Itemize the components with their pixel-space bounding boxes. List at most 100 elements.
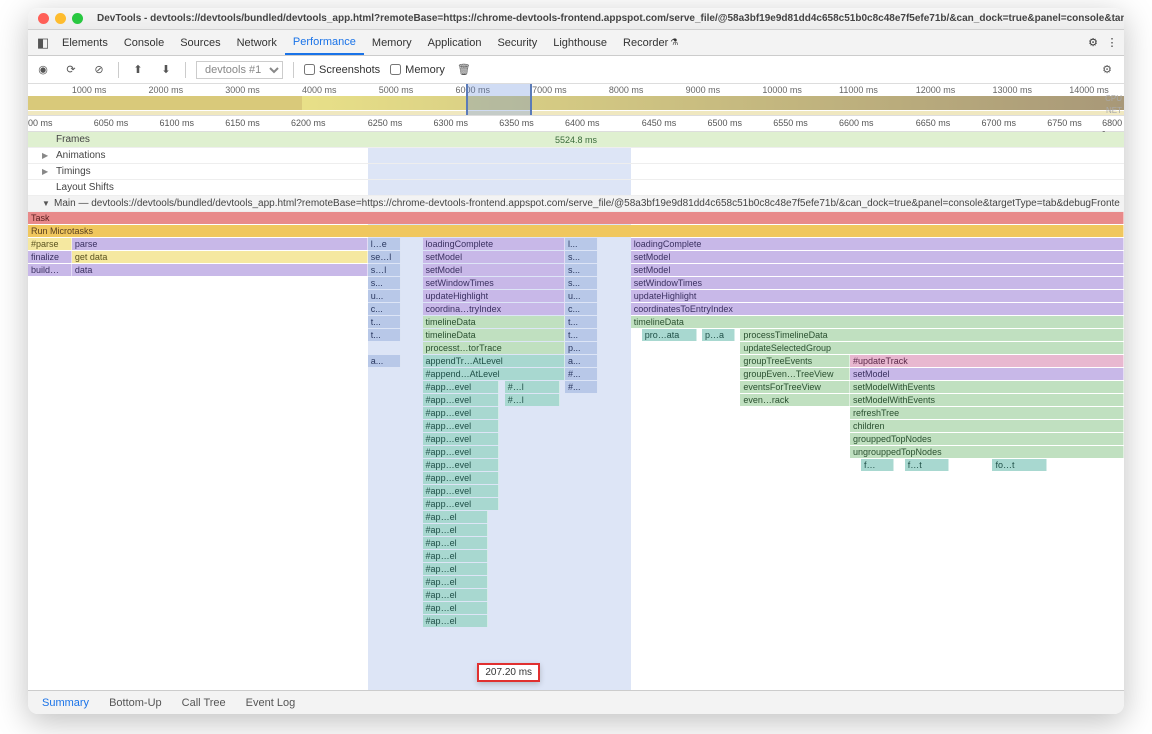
- flame-bar[interactable]: eventsForTreeView: [740, 381, 850, 393]
- flame-bar[interactable]: #...: [565, 381, 598, 393]
- flame-bar[interactable]: loadingComplete: [423, 238, 565, 250]
- flame-bar[interactable]: setModel: [631, 251, 1124, 263]
- flame-bar[interactable]: #app…evel: [423, 472, 500, 484]
- flame-bar[interactable]: se…l: [368, 251, 401, 263]
- flame-bar[interactable]: processTimelineData: [740, 329, 1124, 341]
- flame-bar[interactable]: s...: [565, 251, 598, 263]
- close-icon[interactable]: [38, 13, 49, 24]
- flame-bar[interactable]: #app…evel: [423, 485, 500, 497]
- flame-bar[interactable]: fo…t: [992, 459, 1047, 471]
- expand-icon[interactable]: ▶: [42, 151, 48, 160]
- flame-bar[interactable]: #...: [565, 368, 598, 380]
- tab-recorder[interactable]: Recorder ⚗: [615, 30, 686, 55]
- flame-bar[interactable]: setWindowTimes: [631, 277, 1124, 289]
- flame-bar[interactable]: #app…evel: [423, 459, 500, 471]
- flame-bar[interactable]: #ap…el: [423, 563, 489, 575]
- track-frames[interactable]: Frames 5524.8 ms: [28, 132, 1124, 148]
- memory-checkbox[interactable]: Memory: [390, 64, 445, 76]
- flame-bar[interactable]: updateHighlight: [423, 290, 565, 302]
- flame-bar[interactable]: processt…torTrace: [423, 342, 565, 354]
- flame-bar[interactable]: s…l: [368, 264, 401, 276]
- flame-bar[interactable]: t...: [565, 316, 598, 328]
- track-main[interactable]: ▼Main — devtools://devtools/bundled/devt…: [28, 196, 1124, 212]
- flame-bar[interactable]: refreshTree: [850, 407, 1124, 419]
- flame-bar[interactable]: data: [72, 264, 368, 276]
- screenshots-checkbox[interactable]: Screenshots: [304, 64, 380, 76]
- flame-bar[interactable]: setModelWithEvents: [850, 394, 1124, 406]
- overview-timeline[interactable]: 1000 ms 2000 ms 3000 ms 4000 ms 5000 ms …: [28, 84, 1124, 116]
- download-button[interactable]: ⬇: [157, 61, 175, 79]
- flame-bar[interactable]: updateHighlight: [631, 290, 1124, 302]
- tab-lighthouse[interactable]: Lighthouse: [545, 30, 615, 55]
- flame-bar[interactable]: ungrouppedTopNodes: [850, 446, 1124, 458]
- flame-bar[interactable]: setModel: [423, 264, 565, 276]
- flame-bar[interactable]: even…rack: [740, 394, 850, 406]
- tab-console[interactable]: Console: [116, 30, 172, 55]
- flame-bar[interactable]: appendTr…AtLevel: [423, 355, 565, 367]
- flame-bar[interactable]: #ap…el: [423, 511, 489, 523]
- flame-bar[interactable]: timelineData: [423, 329, 565, 341]
- flame-bar[interactable]: c...: [368, 303, 401, 315]
- flame-bar[interactable]: t...: [368, 316, 401, 328]
- flame-bar[interactable]: s...: [565, 264, 598, 276]
- flame-bar[interactable]: #app…evel: [423, 433, 500, 445]
- tab-application[interactable]: Application: [420, 30, 490, 55]
- flame-bar[interactable]: coordina…tryIndex: [423, 303, 565, 315]
- track-layout-shifts[interactable]: Layout Shifts: [28, 180, 1124, 196]
- flame-bar[interactable]: #app…evel: [423, 407, 500, 419]
- flame-bar[interactable]: u...: [368, 290, 401, 302]
- flame-bar[interactable]: setModelWithEvents: [850, 381, 1124, 393]
- flame-bar[interactable]: groupEven…TreeView: [740, 368, 850, 380]
- flame-bar[interactable]: #app…evel: [423, 498, 500, 510]
- more-icon[interactable]: ⋮: [1104, 36, 1120, 49]
- flame-bar[interactable]: children: [850, 420, 1124, 432]
- flame-microtasks[interactable]: Run Microtasks: [28, 225, 1124, 237]
- perf-settings-icon[interactable]: ⚙: [1098, 61, 1116, 79]
- flame-bar[interactable]: p…a: [702, 329, 735, 341]
- tab-security[interactable]: Security: [489, 30, 545, 55]
- flame-bar[interactable]: #app…evel: [423, 420, 500, 432]
- collapse-icon[interactable]: ▼: [42, 199, 50, 208]
- flame-bar[interactable]: #updateTrack: [850, 355, 1124, 367]
- flame-bar[interactable]: #ap…el: [423, 615, 489, 627]
- flame-bar[interactable]: #app…evel: [423, 446, 500, 458]
- flame-bar[interactable]: pro…ata: [642, 329, 697, 341]
- flame-task[interactable]: Task: [28, 212, 1124, 224]
- flame-bar[interactable]: #…l: [505, 381, 560, 393]
- maximize-icon[interactable]: [72, 13, 83, 24]
- track-timings[interactable]: ▶Timings: [28, 164, 1124, 180]
- flame-bar[interactable]: #ap…el: [423, 537, 489, 549]
- minimize-icon[interactable]: [55, 13, 66, 24]
- tab-network[interactable]: Network: [229, 30, 285, 55]
- flame-bar[interactable]: #app…evel: [423, 381, 500, 393]
- record-button[interactable]: ◉: [34, 61, 52, 79]
- flame-bar[interactable]: s...: [368, 277, 401, 289]
- flame-bar[interactable]: #ap…el: [423, 602, 489, 614]
- flame-bar[interactable]: t...: [368, 329, 401, 341]
- flame-bar[interactable]: a...: [368, 355, 401, 367]
- trash-button[interactable]: 🗑: [455, 61, 473, 79]
- inspect-icon[interactable]: ◧: [32, 35, 54, 51]
- flame-bar[interactable]: #append…AtLevel: [423, 368, 565, 380]
- tab-performance[interactable]: Performance: [285, 30, 364, 55]
- flame-bar[interactable]: #ap…el: [423, 576, 489, 588]
- flame-bar[interactable]: coordinatesToEntryIndex: [631, 303, 1124, 315]
- flame-bar[interactable]: #…l: [505, 394, 560, 406]
- detail-ruler[interactable]: 00 ms 6050 ms 6100 ms 6150 ms 6200 ms 62…: [28, 116, 1124, 132]
- flame-bar[interactable]: l...: [565, 238, 598, 250]
- flame-chart[interactable]: Frames 5524.8 ms ▶Animations ▶Timings La…: [28, 132, 1124, 690]
- target-select[interactable]: devtools #1: [196, 61, 283, 79]
- flame-bar[interactable]: grouppedTopNodes: [850, 433, 1124, 445]
- track-animations[interactable]: ▶Animations: [28, 148, 1124, 164]
- flame-bar[interactable]: f…: [861, 459, 894, 471]
- flame-bar[interactable]: build…Calls: [28, 264, 72, 276]
- flame-bar[interactable]: updateSelectedGroup: [740, 342, 1124, 354]
- flame-bar[interactable]: get data: [72, 251, 368, 263]
- flame-bar[interactable]: timelineData: [631, 316, 1124, 328]
- flame-bar[interactable]: s...: [565, 277, 598, 289]
- flame-bar[interactable]: a...: [565, 355, 598, 367]
- flame-bar[interactable]: setModel: [850, 368, 1124, 380]
- flame-bar[interactable]: finalize: [28, 251, 72, 263]
- upload-button[interactable]: ⬆: [129, 61, 147, 79]
- flame-bar[interactable]: setWindowTimes: [423, 277, 565, 289]
